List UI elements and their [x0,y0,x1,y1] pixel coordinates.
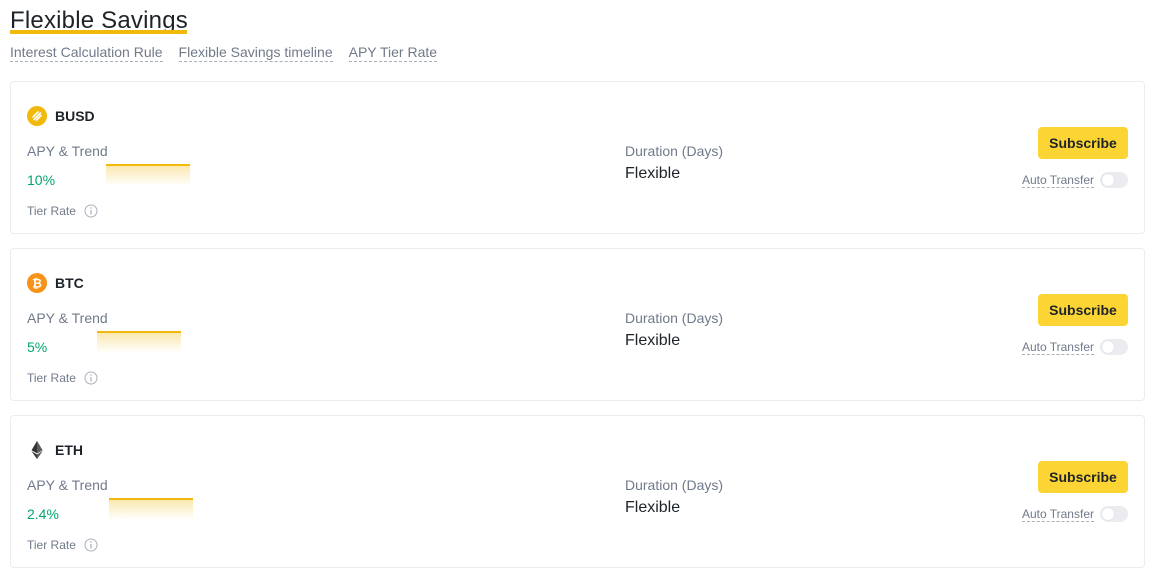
apy-trend-label: APY & Trend [27,310,108,326]
busd-coin-icon [27,106,47,126]
duration-label: Duration (Days) [625,477,724,493]
auto-transfer-toggle[interactable] [1100,506,1128,522]
duration-value: Flexible [625,332,681,349]
subscribe-button[interactable]: Subscribe [1038,294,1128,326]
duration-value: Flexible [625,499,681,516]
apy-trend-sparkline [106,164,190,186]
title-underline [10,30,187,34]
info-icon[interactable] [84,204,98,218]
auto-transfer-label[interactable]: Auto Transfer [1021,173,1094,188]
auto-transfer: Auto Transfer [1021,172,1128,188]
subscribe-button[interactable]: Subscribe [1038,127,1128,159]
tier-rate: Tier Rate [27,371,98,385]
duration-value: Flexible [625,165,681,182]
tier-rate-label: Tier Rate [27,538,76,552]
apy-trend-label: APY & Trend [27,143,108,159]
auto-transfer-label[interactable]: Auto Transfer [1021,507,1094,522]
tier-rate: Tier Rate [27,538,98,552]
coin-name: BTC [55,275,84,291]
coin-header: ETH [27,440,83,460]
info-links: Interest Calculation Rule Flexible Savin… [10,44,438,62]
eth-coin-icon [27,440,47,460]
apy-value: 10% [27,172,56,188]
apy-value: 5% [27,339,48,355]
info-icon[interactable] [84,371,98,385]
toggle-knob [1102,508,1114,520]
apy-trend-label: APY & Trend [27,477,108,493]
toggle-knob [1102,341,1114,353]
info-icon[interactable] [84,538,98,552]
duration-label: Duration (Days) [625,143,724,159]
auto-transfer-toggle[interactable] [1100,172,1128,188]
svg-text:₿: ₿ [32,277,42,291]
auto-transfer: Auto Transfer [1021,506,1128,522]
coin-header: BUSD [27,106,95,126]
duration-label: Duration (Days) [625,310,724,326]
auto-transfer: Auto Transfer [1021,339,1128,355]
tab-interest-calculation-rule[interactable]: Interest Calculation Rule [10,44,163,62]
tier-rate-label: Tier Rate [27,204,76,218]
toggle-knob [1102,174,1114,186]
apy-trend-sparkline [97,331,181,353]
subscribe-button[interactable]: Subscribe [1038,461,1128,493]
apy-trend-sparkline [109,498,193,520]
tab-apy-tier-rate[interactable]: APY Tier Rate [348,44,438,62]
coin-name: BUSD [55,108,95,124]
btc-coin-icon: ₿ [27,273,47,293]
apy-value: 2.4% [27,506,59,522]
product-card-btc: ₿ BTC APY & Trend 5% Tier Rate Duration … [10,248,1145,401]
auto-transfer-toggle[interactable] [1100,339,1128,355]
coin-header: ₿ BTC [27,273,84,293]
product-card-eth: ETH APY & Trend 2.4% Tier Rate Duration … [10,415,1145,568]
tier-rate: Tier Rate [27,204,98,218]
product-card-busd: BUSD APY & Trend 10% Tier Rate Duration … [10,81,1145,234]
auto-transfer-label[interactable]: Auto Transfer [1021,340,1094,355]
coin-name: ETH [55,442,83,458]
tab-flexible-savings-timeline[interactable]: Flexible Savings timeline [178,44,333,62]
tier-rate-label: Tier Rate [27,371,76,385]
